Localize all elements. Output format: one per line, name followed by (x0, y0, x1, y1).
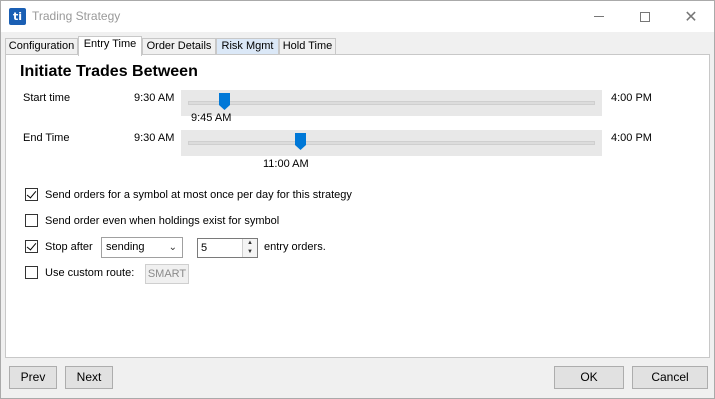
maximize-button[interactable] (622, 1, 668, 32)
stepper-up-icon[interactable]: ▲ (243, 239, 257, 248)
end-time-max: 4:00 PM (611, 132, 652, 144)
ok-button[interactable]: OK (554, 366, 624, 389)
app-logo-icon: ti (9, 8, 26, 25)
custom-route-label: Use custom route: (45, 266, 135, 279)
stepper-down-icon[interactable]: ▼ (243, 248, 257, 257)
send-even-holdings-checkbox[interactable] (25, 214, 38, 227)
tab-configuration[interactable]: Configuration (5, 38, 78, 55)
custom-route-checkbox[interactable] (25, 266, 38, 279)
start-time-value: 9:45 AM (191, 112, 232, 124)
close-button[interactable]: ✕ (668, 1, 714, 32)
prev-button[interactable]: Prev (9, 366, 57, 389)
app-logo-text: ti (12, 10, 23, 23)
end-time-value: 11:00 AM (263, 158, 309, 170)
start-time-min: 9:30 AM (134, 92, 175, 104)
start-time-track (188, 101, 595, 105)
stop-after-suffix: entry orders. (264, 241, 326, 253)
stop-after-mode-select[interactable]: sending ⌄ (101, 237, 183, 258)
tab-entry-time[interactable]: Entry Time (78, 36, 142, 56)
custom-route-option[interactable]: Use custom route: (25, 266, 134, 279)
title-bar[interactable]: ti Trading Strategy ✕ (1, 1, 714, 32)
stop-after-count-value: 5 (201, 242, 208, 254)
window-title: Trading Strategy (32, 9, 121, 23)
start-time-slider[interactable] (181, 90, 602, 116)
next-button[interactable]: Next (65, 366, 113, 389)
chevron-down-icon: ⌄ (168, 242, 177, 253)
end-time-label: End Time (23, 132, 70, 144)
once-per-day-label: Send orders for a symbol at most once pe… (45, 188, 352, 201)
start-time-thumb[interactable] (219, 93, 231, 110)
start-time-max: 4:00 PM (611, 92, 652, 104)
custom-route-input[interactable]: SMART (145, 264, 189, 284)
send-even-holdings-label: Send order even when holdings exist for … (45, 214, 280, 227)
stop-after-label: Stop after (45, 240, 93, 253)
stop-after-count-stepper[interactable]: 5 ▲ ▼ (197, 238, 258, 258)
maximize-icon (640, 11, 650, 22)
start-time-label: Start time (23, 92, 71, 104)
section-heading: Initiate Trades Between (20, 63, 198, 80)
once-per-day-checkbox[interactable] (25, 188, 38, 201)
tab-risk-mgmt[interactable]: Risk Mgmt (216, 38, 279, 55)
stop-after-mode-value: sending (106, 241, 145, 253)
cancel-button[interactable]: Cancel (632, 366, 708, 389)
end-time-min: 9:30 AM (134, 132, 175, 144)
stepper-buttons: ▲ ▼ (242, 239, 257, 257)
stop-after-checkbox[interactable] (25, 240, 38, 253)
end-time-thumb[interactable] (295, 133, 307, 150)
send-even-holdings-option[interactable]: Send order even when holdings exist for … (25, 214, 279, 227)
once-per-day-option[interactable]: Send orders for a symbol at most once pe… (25, 188, 352, 201)
stop-after-option[interactable]: Stop after (25, 240, 93, 253)
tab-order-details[interactable]: Order Details (142, 38, 216, 55)
trading-strategy-window: ti Trading Strategy ✕ Configuration Entr… (0, 0, 715, 399)
tab-hold-time[interactable]: Hold Time (279, 38, 336, 55)
end-time-slider[interactable] (181, 130, 602, 156)
minimize-button[interactable] (576, 1, 622, 32)
close-icon: ✕ (684, 6, 698, 26)
end-time-track (188, 141, 595, 145)
minimize-icon (594, 16, 604, 17)
